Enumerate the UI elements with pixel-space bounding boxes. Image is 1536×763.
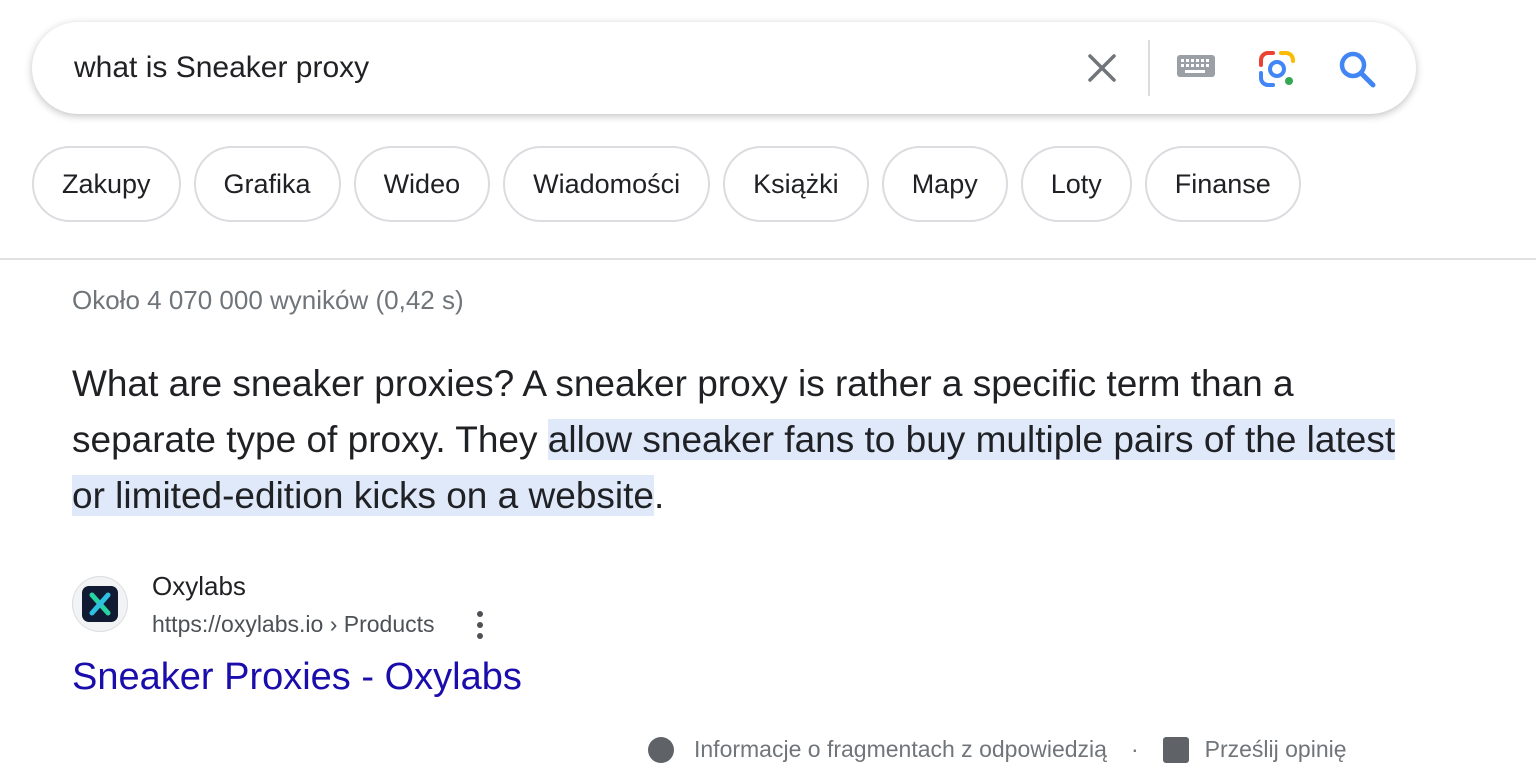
chip-images[interactable]: Grafika xyxy=(193,146,341,222)
result-stats: Około 4 070 000 wyników (0,42 s) xyxy=(72,285,464,315)
chip-shopping[interactable]: Zakupy xyxy=(32,146,181,222)
google-lens-icon xyxy=(1259,51,1295,87)
snippet-footer: Informacje o fragmentach z odpowiedzią ·… xyxy=(648,736,1347,763)
search-icon xyxy=(1339,51,1376,88)
search-bar xyxy=(32,22,1416,114)
source-site-name[interactable]: Oxylabs xyxy=(152,571,246,602)
source-favicon[interactable] xyxy=(72,576,128,632)
more-options-button[interactable] xyxy=(466,608,494,642)
chip-flights[interactable]: Loty xyxy=(1020,146,1132,222)
search-button[interactable] xyxy=(1336,48,1378,90)
search-input[interactable] xyxy=(74,50,1034,86)
keyboard-button[interactable] xyxy=(1176,52,1220,82)
oxylabs-logo-icon xyxy=(82,586,118,622)
source-url[interactable]: https://oxylabs.io › Products xyxy=(152,611,435,638)
keyboard-icon xyxy=(1177,55,1215,77)
chip-books[interactable]: Książki xyxy=(723,146,869,222)
search-filter-chips: Zakupy Grafika Wideo Wiadomości Książki … xyxy=(32,146,1314,222)
feedback-icon xyxy=(1162,736,1189,763)
chip-news[interactable]: Wiadomości xyxy=(503,146,711,222)
feedback-link[interactable]: Prześlij opinię xyxy=(1205,736,1347,763)
featured-snippet: What are sneaker proxies? A sneaker prox… xyxy=(72,356,1402,524)
close-icon xyxy=(1088,54,1116,82)
footer-separator: · xyxy=(1130,736,1139,762)
google-lens-button[interactable] xyxy=(1256,48,1298,90)
about-snippets-link[interactable]: Informacje o fragmentach z odpowiedzią xyxy=(694,736,1107,763)
header-divider xyxy=(0,258,1536,260)
snippet-text-end: . xyxy=(653,475,665,516)
clear-search-button[interactable] xyxy=(1082,48,1122,88)
search-bar-divider xyxy=(1148,40,1150,96)
more-vert-icon xyxy=(477,611,483,639)
chip-finance[interactable]: Finanse xyxy=(1144,146,1301,222)
result-title-link[interactable]: Sneaker Proxies - Oxylabs xyxy=(72,656,522,699)
chip-videos[interactable]: Wideo xyxy=(353,146,491,222)
help-icon xyxy=(648,736,674,763)
chip-maps[interactable]: Mapy xyxy=(881,146,1008,222)
